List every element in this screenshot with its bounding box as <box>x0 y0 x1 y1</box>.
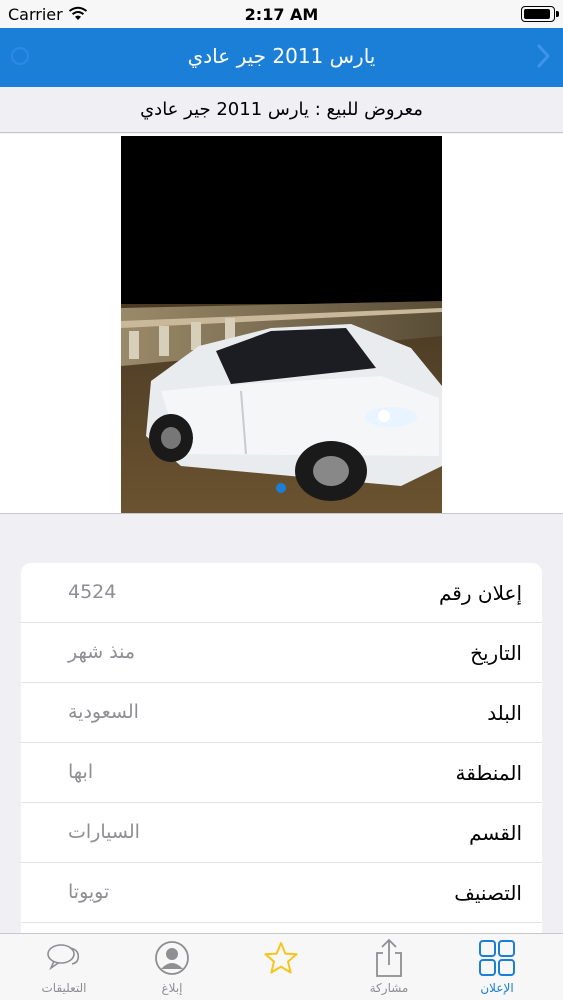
tab-report[interactable]: إبلاغ <box>116 934 228 1000</box>
battery-icon <box>521 6 559 22</box>
detail-label: المنطقة <box>455 761 523 785</box>
detail-value: السيارات <box>68 821 140 843</box>
detail-row-date: التاريخ منذ شهر <box>21 623 542 683</box>
tab-bar: التعليقات إبلاغ مشاركة الإعلان <box>0 933 563 1000</box>
detail-value: تويوتا <box>68 881 110 903</box>
tab-label: مشاركة <box>369 981 409 995</box>
comments-icon <box>47 944 80 971</box>
tab-favorite[interactable] <box>225 934 337 1000</box>
detail-label: البلد <box>487 701 522 725</box>
clock: 2:17 AM <box>244 5 319 24</box>
detail-row-country: البلد السعودية <box>21 683 542 743</box>
detail-value: 4524 <box>68 581 117 603</box>
star-icon <box>264 942 298 974</box>
listing-subtitle: معروض للبيع : يارس 2011 جير عادي <box>140 99 423 120</box>
detail-value: منذ شهر <box>68 641 136 663</box>
detail-row-category: التصنيف تويوتا <box>21 863 542 923</box>
status-bar: Carrier 2:17 AM <box>0 0 563 28</box>
car-photo[interactable] <box>121 136 442 513</box>
detail-label: التاريخ <box>470 641 522 665</box>
listing-header: معروض للبيع : يارس 2011 جير عادي <box>0 87 563 133</box>
detail-row-section: القسم السيارات <box>21 803 542 863</box>
tab-label: إبلاغ <box>161 981 183 995</box>
listing-details: إعلان رقم 4524 التاريخ منذ شهر البلد الس… <box>21 563 542 943</box>
photo-gallery[interactable] <box>0 134 563 514</box>
detail-row-ad-number: إعلان رقم 4524 <box>21 563 542 623</box>
tab-label: التعليقات <box>41 981 87 995</box>
detail-label: التصنيف <box>454 881 522 905</box>
page-indicator-dot <box>276 483 286 493</box>
back-chevron-icon[interactable] <box>533 42 553 70</box>
tab-label: الإعلان <box>480 981 514 995</box>
detail-label: القسم <box>469 821 522 845</box>
detail-label: إعلان رقم <box>439 581 522 605</box>
detail-value: ابها <box>68 761 94 783</box>
tab-listing[interactable]: الإعلان <box>441 934 553 1000</box>
share-icon <box>376 938 402 977</box>
detail-row-region: المنطقة ابها <box>21 743 542 803</box>
refresh-icon[interactable] <box>8 44 32 68</box>
report-user-icon <box>155 941 189 975</box>
detail-value: السعودية <box>68 701 139 723</box>
grid-icon <box>479 940 515 976</box>
tab-comments[interactable]: التعليقات <box>8 934 120 1000</box>
tab-share[interactable]: مشاركة <box>333 934 445 1000</box>
navigation-bar: يارس 2011 جير عادي <box>0 28 563 87</box>
page-title: يارس 2011 جير عادي <box>187 44 376 68</box>
